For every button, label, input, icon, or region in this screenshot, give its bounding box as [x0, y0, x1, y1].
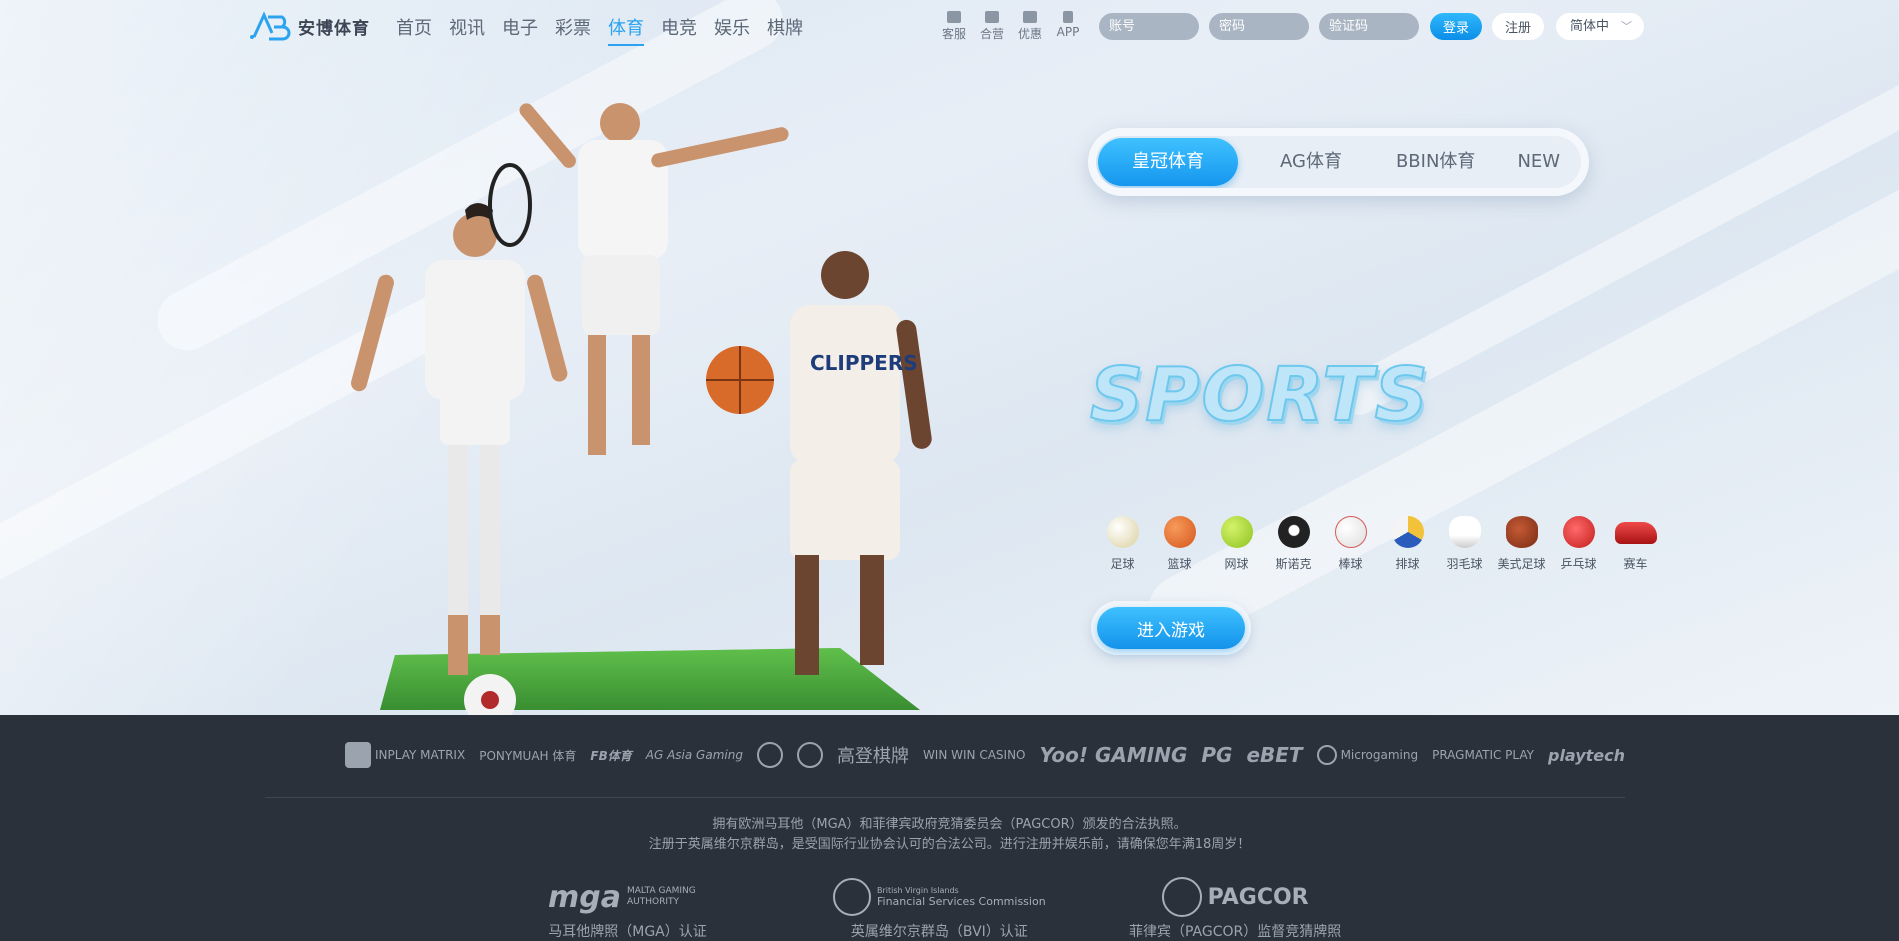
- partner-logo-round-2: [796, 742, 823, 768]
- chevron-down-icon: ﹀: [1621, 20, 1632, 33]
- gift-icon: [1023, 11, 1037, 23]
- sport-type-list: 足球 篮球 网球 斯诺克 棒球 排球 羽毛球 美式足球 乒乓球 赛车: [1094, 516, 1664, 572]
- nav-item-slots[interactable]: 电子: [502, 14, 538, 46]
- partner-logo-pragmatic: PRAGMATIC PLAY: [1432, 748, 1534, 762]
- mga-logo: mga MALTA GAMING AUTHORITY: [548, 879, 696, 915]
- basketball-icon: [1163, 516, 1196, 548]
- chat-icon: [947, 11, 961, 23]
- race-car-icon: [1614, 522, 1657, 544]
- sports-title: SPORTS: [1089, 351, 1430, 439]
- nav-item-sports[interactable]: 体育: [608, 14, 644, 46]
- phone-icon: [1063, 11, 1073, 23]
- partner-logos: INPLAY MATRIX PONYMUAH 体育 FB体育 AG Asia G…: [345, 737, 1625, 773]
- athletes-illustration: CLIPPERS: [351, 103, 932, 715]
- legal-text: 拥有欧洲马耳他（MGA）和菲律宾政府竞猜委员会（PAGCOR）颁发的合法执照。 …: [0, 815, 1899, 855]
- nav-item-lottery[interactable]: 彩票: [555, 14, 591, 46]
- pagcor-seal-icon: [1161, 877, 1202, 917]
- sport-item-racing[interactable]: 赛车: [1607, 516, 1664, 572]
- partner-logo-round-1: [756, 742, 783, 768]
- tab-bbin-sports[interactable]: BBIN体育: [1378, 138, 1493, 186]
- account-input[interactable]: [1099, 13, 1199, 40]
- partner-star-icon: [796, 742, 823, 768]
- partner-logo-gaodeng: 高登棋牌: [836, 746, 909, 767]
- promotions-link[interactable]: 优惠: [1016, 11, 1044, 42]
- partner-logo-fb: FB体育: [590, 748, 632, 763]
- partner-logo-inplay-matrix: INPLAY MATRIX: [345, 742, 465, 768]
- partner-logo-playtech: playtech: [1547, 745, 1626, 765]
- quick-links: 客服 合营 优惠 APP: [940, 11, 1082, 42]
- brand-name: 安博体育: [298, 18, 370, 39]
- shuttlecock-icon: [1448, 516, 1481, 548]
- billiard-ball-icon: [1277, 516, 1310, 548]
- sport-item-table-tennis[interactable]: 乒乓球: [1550, 516, 1607, 572]
- baseball-icon: [1334, 516, 1367, 548]
- partner-logo-ponymuah: PONYMUAH 体育: [479, 748, 577, 763]
- soccer-ball-icon: [1106, 516, 1139, 548]
- tab-crown-sports[interactable]: 皇冠体育: [1098, 138, 1238, 186]
- partner-seal-icon: [756, 742, 783, 768]
- partner-logo-yoo: Yoo! GAMING: [1039, 743, 1188, 767]
- sports-provider-tabs: 皇冠体育 AG体育 BBIN体育 NEW: [1088, 128, 1589, 196]
- table-tennis-icon: [1562, 516, 1595, 548]
- bvi-seal-icon: [833, 878, 871, 916]
- sport-item-snooker[interactable]: 斯诺克: [1265, 516, 1322, 572]
- enter-game-wrap: 进入游戏: [1091, 601, 1251, 655]
- top-header: 安博体育 首页 视讯 电子 彩票 体育 电竞 娱乐 棋牌 客服 合营 优惠 AP…: [0, 0, 1899, 54]
- license-pagcor: PAGCOR 菲律宾（PAGCOR）监督竞猜牌照: [1129, 875, 1341, 941]
- nav-item-live-casino[interactable]: 视讯: [449, 14, 485, 46]
- language-value: 简体中: [1570, 19, 1610, 34]
- pagcor-logo: PAGCOR: [1161, 875, 1309, 919]
- sport-item-tennis[interactable]: 网球: [1208, 516, 1265, 572]
- license-mga: mga MALTA GAMING AUTHORITY 马耳他牌照（MGA）认证: [548, 875, 707, 941]
- register-button[interactable]: 注册: [1492, 13, 1544, 40]
- svg-text:CLIPPERS: CLIPPERS: [810, 351, 918, 375]
- sport-item-basketball[interactable]: 篮球: [1151, 516, 1208, 572]
- tab-ag-sports[interactable]: AG体育: [1262, 138, 1360, 186]
- nav-item-chess-cards[interactable]: 棋牌: [767, 14, 803, 46]
- nav-item-esports[interactable]: 电竞: [661, 14, 697, 46]
- sport-item-american-football[interactable]: 美式足球: [1493, 516, 1550, 572]
- captcha-input[interactable]: [1319, 13, 1419, 40]
- bvi-logo: British Virgin Islands Financial Service…: [833, 875, 1046, 919]
- brand-logo[interactable]: 安博体育: [250, 11, 370, 41]
- legal-line-2: 注册于英属维尔京群岛，是受国际行业协会认可的合法公司。进行注册并娱乐前，请确保您…: [648, 837, 1251, 852]
- microgaming-icon: [1316, 745, 1337, 765]
- tennis-ball-icon: [1220, 516, 1253, 548]
- brand-logo-icon: [250, 11, 291, 41]
- main-nav: 首页 视讯 电子 彩票 体育 电竞 娱乐 棋牌: [396, 14, 803, 46]
- nav-item-home[interactable]: 首页: [396, 14, 432, 46]
- sport-item-baseball[interactable]: 棒球: [1322, 516, 1379, 572]
- password-input[interactable]: [1209, 13, 1309, 40]
- partner-logo-ebet: eBET: [1246, 743, 1303, 767]
- partner-logo-winwin: WIN WIN CASINO: [922, 748, 1026, 762]
- partner-icon: [985, 11, 999, 23]
- tab-new[interactable]: NEW: [1499, 138, 1578, 186]
- footer-divider: [265, 797, 1625, 798]
- hero-section: CLIPPERS: [0, 0, 1899, 715]
- sport-item-soccer[interactable]: 足球: [1094, 516, 1151, 572]
- sport-item-volleyball[interactable]: 排球: [1379, 516, 1436, 572]
- customer-service-link[interactable]: 客服: [940, 11, 968, 42]
- nav-item-entertainment[interactable]: 娱乐: [714, 14, 750, 46]
- license-bvi: British Virgin Islands Financial Service…: [833, 875, 1046, 941]
- legal-line-1: 拥有欧洲马耳他（MGA）和菲律宾政府竞猜委员会（PAGCOR）颁发的合法执照。: [712, 817, 1187, 832]
- inplay-matrix-icon: [345, 742, 371, 768]
- american-football-icon: [1505, 516, 1538, 548]
- sport-item-badminton[interactable]: 羽毛球: [1436, 516, 1493, 572]
- footer: INPLAY MATRIX PONYMUAH 体育 FB体育 AG Asia G…: [0, 715, 1899, 941]
- partnership-link[interactable]: 合营: [978, 11, 1006, 42]
- language-select[interactable]: 简体中 ﹀: [1556, 13, 1644, 40]
- partner-logo-pg: PG: [1201, 743, 1233, 767]
- enter-game-button[interactable]: 进入游戏: [1097, 607, 1245, 649]
- login-button[interactable]: 登录: [1430, 13, 1482, 40]
- app-link[interactable]: APP: [1054, 11, 1082, 42]
- partner-logo-microgaming: Microgaming: [1316, 745, 1418, 765]
- volleyball-icon: [1391, 516, 1424, 548]
- partner-logo-ag: AG Asia Gaming: [645, 748, 743, 762]
